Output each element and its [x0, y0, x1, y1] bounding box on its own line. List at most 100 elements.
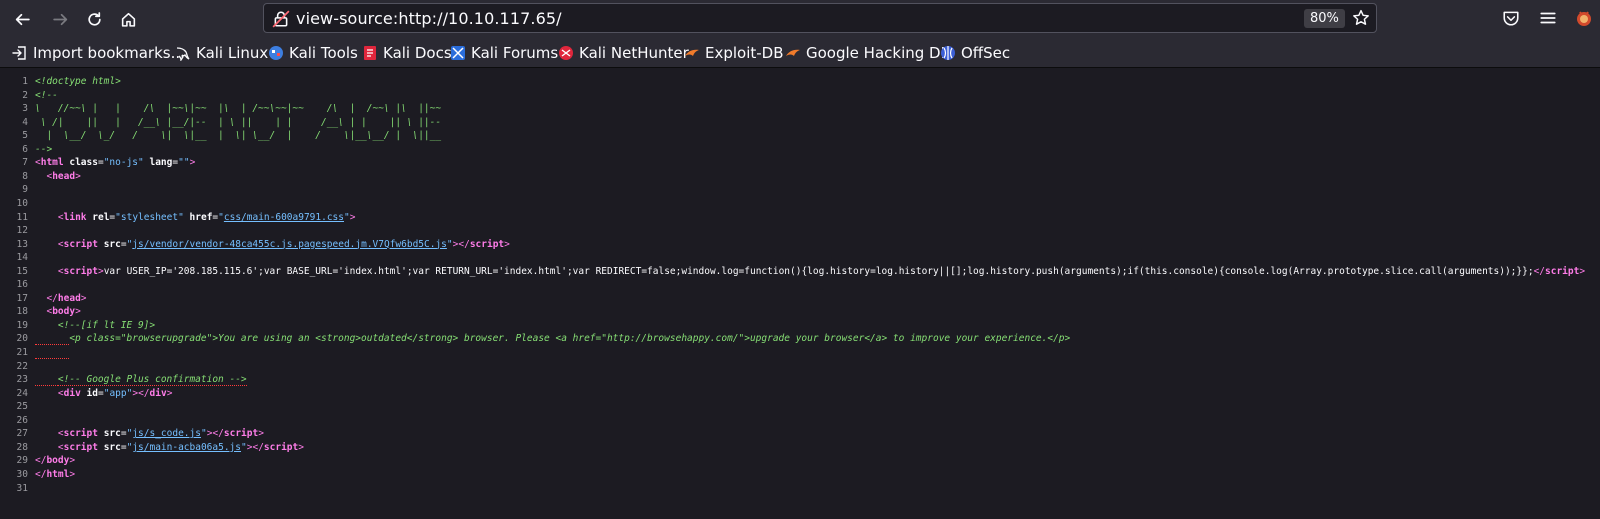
attr-value: "app" — [103, 387, 133, 399]
syntax-punct: </ — [138, 387, 150, 399]
star-icon[interactable] — [1352, 9, 1370, 27]
syntax-punct — [35, 442, 58, 453]
syntax-punct: > — [80, 292, 87, 304]
ie-conditional-comment: <!--[if lt IE 9]> — [57, 319, 156, 331]
ie-fallback-paragraph: <p class="browserupgrade">You are using … — [69, 333, 1071, 345]
line-number: 5 — [22, 130, 28, 142]
inline-script: var USER_IP='208.185.115.6';var BASE_URL… — [103, 265, 1534, 277]
kali-nethunter-icon — [559, 46, 573, 60]
bookmark-label: Kali Docs — [383, 44, 452, 62]
tag-name: head — [57, 292, 81, 304]
bookmark-kali-docs[interactable]: Kali Docs — [362, 43, 452, 63]
pocket-icon[interactable] — [1502, 9, 1520, 27]
syntax-punct: </ — [46, 292, 58, 304]
bookmark-import[interactable]: Import bookmarks... — [12, 43, 185, 63]
source-line: 19 <!--[if lt IE 9]> — [0, 319, 1600, 332]
bookmark-google-hacking-db[interactable]: Google Hacking DB — [785, 43, 951, 63]
line-number: 22 — [16, 360, 28, 372]
ghdb-icon — [786, 49, 800, 56]
source-link[interactable]: js/vendor/vendor-48ca455c.js.pagespeed.j… — [132, 239, 447, 250]
line-number: 25 — [16, 401, 28, 413]
tag-name: body — [46, 455, 70, 467]
bookmark-label: Import bookmarks... — [33, 44, 185, 62]
browser-toolbar: view-source:http://10.10.117.65/ 80% — [0, 0, 1600, 37]
doctype-declaration: <!doctype html> — [35, 76, 121, 87]
tag-name: script — [223, 428, 259, 440]
tag-name: script — [63, 265, 98, 277]
reload-icon — [87, 11, 101, 26]
line-number: 3 — [22, 103, 28, 115]
bookmark-exploit-db[interactable]: Exploit-DB — [684, 43, 784, 63]
comment: <!-- — [35, 89, 58, 101]
bookmark-label: Kali Forums — [471, 44, 559, 62]
bookmark-kali-nethunter[interactable]: Kali NetHunter — [558, 43, 689, 63]
source-line: 8 <head> — [0, 170, 1600, 183]
url-bar[interactable]: view-source:http://10.10.117.65/ 80% — [263, 3, 1377, 33]
bookmark-offsec[interactable]: OffSec — [940, 43, 1010, 63]
line-number: 2 — [22, 89, 28, 101]
source-link[interactable]: js/s_code.js — [132, 428, 201, 439]
reload-button[interactable] — [80, 5, 108, 33]
line-code: <div id="app"></div> — [35, 387, 173, 400]
line-code: <head> — [35, 170, 80, 183]
syntax-punct: </ — [35, 455, 47, 467]
line-number: 9 — [22, 184, 28, 196]
syntax-punct — [35, 293, 46, 304]
tag-name: script — [469, 238, 505, 250]
line-code: <script>var USER_IP='208.185.115.6';var … — [35, 265, 1585, 278]
bookmark-label: Exploit-DB — [705, 44, 784, 62]
attr-name: src — [103, 238, 121, 250]
source-link[interactable]: css/main-600a9791.css — [224, 212, 344, 223]
arrow-left-icon — [15, 13, 30, 25]
extension-icon[interactable] — [1574, 8, 1594, 28]
kali-tools-icon — [269, 46, 283, 60]
line-number: 19 — [16, 319, 28, 331]
menu-icon[interactable] — [1539, 9, 1557, 27]
attr-name: src — [103, 428, 121, 440]
source-line: 9 — [0, 183, 1600, 196]
attr-name: lang — [149, 157, 173, 169]
line-code: <!-- — [35, 89, 58, 102]
ascii-art-line: | \__/ \_/ / \| \|__ | \| \__/ | / \|__\… — [35, 130, 442, 142]
line-number: 8 — [22, 170, 28, 182]
line-code: <html class="no-js" lang=""> — [35, 156, 195, 169]
source-line: 30 </html> — [0, 468, 1600, 481]
line-number: 31 — [16, 482, 28, 494]
line-number: 21 — [16, 347, 28, 358]
tag-name: script — [63, 428, 98, 440]
forward-button[interactable] — [46, 5, 74, 33]
comment: --> — [35, 143, 53, 155]
line-number: 16 — [16, 279, 28, 291]
tag-name: link — [63, 211, 87, 223]
source-line: 6 --> — [0, 143, 1600, 156]
back-button[interactable] — [8, 5, 36, 33]
source-line: 25 — [0, 400, 1600, 413]
source-line: 4 \ /| || | /__\ |__/|-- | \ || | | /__\… — [0, 116, 1600, 129]
syntax-punct: > — [75, 306, 81, 318]
home-button[interactable] — [114, 5, 142, 33]
syntax-punct: > — [504, 238, 510, 250]
zoom-level-badge[interactable]: 80% — [1304, 9, 1345, 28]
syntax-punct: </ — [212, 428, 224, 440]
arrow-right-icon — [52, 13, 67, 25]
source-line: 7 <html class="no-js" lang=""> — [0, 156, 1600, 169]
insecure-lock-icon[interactable] — [272, 10, 290, 28]
url-text[interactable]: view-source:http://10.10.117.65/ — [296, 9, 562, 28]
bookmark-kali-tools[interactable]: Kali Tools — [268, 43, 358, 63]
ascii-art-line: \ /| || | /__\ |__/|-- | \ || | | /__\ |… — [35, 116, 442, 128]
source-view: 1 <!doctype html> 2 <!-- 3 \ //~~\ | | /\ |~~… — [0, 68, 1600, 519]
source-line: 26 — [0, 414, 1600, 427]
source-line: 31 — [0, 482, 1600, 495]
bookmarks-toolbar: Import bookmarks... Kali Linux Kali Tool… — [0, 37, 1600, 68]
line-code: <body> — [35, 305, 81, 318]
bookmark-kali-linux[interactable]: Kali Linux — [175, 43, 268, 63]
bookmark-kali-forums[interactable]: Kali Forums — [450, 43, 558, 63]
syntax-punct — [35, 239, 58, 250]
source-link[interactable]: js/main-acba06a5.js — [132, 442, 241, 453]
source-line: 24 <div id="app"></div> — [0, 387, 1600, 400]
source-line: 20 <p class="browserupgrade">You are usi… — [0, 332, 1600, 346]
attr-value: "stylesheet" — [115, 211, 184, 223]
source-line: 17 </head> — [0, 292, 1600, 305]
source-line: 22 — [0, 360, 1600, 373]
line-number: 12 — [16, 225, 28, 237]
